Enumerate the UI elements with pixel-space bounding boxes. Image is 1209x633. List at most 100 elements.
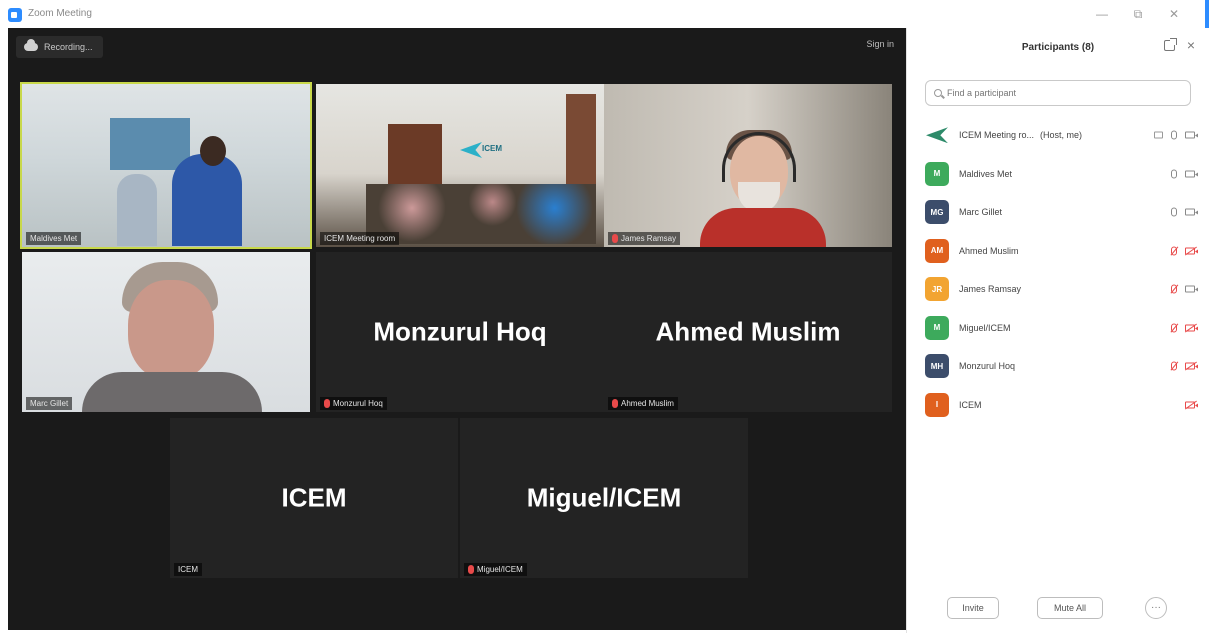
icem-logo-icon <box>925 123 949 147</box>
participant-body <box>700 208 826 247</box>
participant-row[interactable]: ICEM Meeting ro... (Host, me) <box>925 116 1198 155</box>
tile-name-label: Miguel/ICEM <box>477 565 523 574</box>
tile-name-tag: Maldives Met <box>26 232 82 245</box>
more-options-icon[interactable]: ··· <box>1145 597 1167 619</box>
participant-search-input[interactable] <box>947 88 1177 98</box>
video-tile-monzurul-hoq[interactable]: Monzurul Hoq Monzurul Hoq <box>316 252 604 412</box>
participant-name: ICEM <box>959 399 982 410</box>
video-tile-marc-gillet[interactable]: Marc Gillet <box>22 252 310 412</box>
video-icon[interactable] <box>1185 208 1198 216</box>
tile-name-label: ICEM <box>178 565 198 574</box>
video-icon[interactable] <box>1185 131 1198 139</box>
video-off-icon[interactable] <box>1185 362 1198 370</box>
muted-mic-icon <box>612 399 618 408</box>
search-icon <box>934 89 942 97</box>
participant-name: Monzurul Hoq <box>959 361 1016 372</box>
video-tile-ahmed-muslim[interactable]: Ahmed Muslim Ahmed Muslim <box>604 252 892 412</box>
tile-display-name: ICEM <box>281 482 347 513</box>
muted-mic-icon[interactable] <box>1171 361 1177 371</box>
participant-search[interactable] <box>925 80 1191 106</box>
recording-label: Recording... <box>44 42 93 52</box>
tile-name-label: Maldives Met <box>30 234 78 243</box>
participant-row[interactable]: I ICEM <box>925 386 1198 425</box>
video-tile-miguel-icem[interactable]: Miguel/ICEM Miguel/ICEM <box>460 418 748 578</box>
participant-row[interactable]: M Miguel/ICEM <box>925 309 1198 348</box>
video-off-icon[interactable] <box>1185 401 1198 409</box>
participant-status-icons <box>1171 284 1198 294</box>
restore-button[interactable]: ⧉ <box>1127 5 1149 23</box>
participant-head <box>200 136 226 166</box>
participant-list: ICEM Meeting ro... (Host, me) M Maldives Me… <box>925 116 1198 425</box>
participant-avatar: M <box>925 315 949 340</box>
invite-button[interactable]: Invite <box>947 597 999 619</box>
tile-name-tag: ICEM Meeting room <box>320 232 400 245</box>
icem-logo-icon <box>460 142 482 158</box>
participant-status-icons <box>1171 246 1198 256</box>
participant-name: Miguel/ICEM <box>959 322 1011 333</box>
video-tile-icem[interactable]: ICEM ICEM <box>170 418 458 578</box>
participant-row[interactable]: M Maldives Met <box>925 155 1198 194</box>
zoom-window: Zoom Meeting — ⧉ ✕ Recording... Sign in … <box>0 0 1209 633</box>
video-icon[interactable] <box>1185 170 1198 178</box>
participant-status-icons <box>1171 323 1198 333</box>
participant-row[interactable]: MG Marc Gillet <box>925 193 1198 232</box>
close-icon[interactable]: × <box>1187 37 1195 53</box>
participant-row[interactable]: AM Ahmed Muslim <box>925 232 1198 271</box>
participant-status-icons <box>1171 169 1198 179</box>
mic-icon[interactable] <box>1171 130 1177 140</box>
video-off-icon[interactable] <box>1185 324 1198 332</box>
close-window-button[interactable]: ✕ <box>1163 5 1185 23</box>
video-icon[interactable] <box>1185 285 1198 293</box>
participant-figure <box>172 154 242 246</box>
video-tile-maldives-met[interactable]: Maldives Met <box>20 82 312 249</box>
tile-name-label: James Ramsay <box>621 234 677 243</box>
mic-icon[interactable] <box>1171 169 1177 179</box>
participant-figure <box>117 174 157 246</box>
window-title: Zoom Meeting <box>28 8 92 19</box>
cloud-icon <box>24 39 38 51</box>
muted-mic-icon[interactable] <box>1171 246 1177 256</box>
meeting-video-area: Recording... Sign in Maldives Met ICEM I… <box>8 28 906 630</box>
tile-display-name: Ahmed Muslim <box>655 316 841 347</box>
video-tile-james-ramsay[interactable]: James Ramsay <box>604 84 892 247</box>
title-bar: Zoom Meeting — ⧉ ✕ <box>0 0 1209 40</box>
video-tile-icem-meeting-room[interactable]: ICEM ICEM Meeting room <box>316 84 604 247</box>
tile-name-tag: Miguel/ICEM <box>464 563 527 576</box>
recording-indicator[interactable]: Recording... <box>16 36 103 58</box>
participant-status-icons <box>1185 401 1198 409</box>
muted-mic-icon[interactable] <box>1171 323 1177 333</box>
tile-name-tag: ICEM <box>174 563 202 576</box>
participant-avatar: AM <box>925 238 949 263</box>
participant-avatar: JR <box>925 277 949 302</box>
participant-name: Marc Gillet <box>959 207 1003 218</box>
participant-avatar: MG <box>925 200 949 225</box>
tile-name-label: Ahmed Muslim <box>621 399 674 408</box>
video-off-icon[interactable] <box>1185 247 1198 255</box>
zoom-app-icon <box>8 8 22 22</box>
participant-status-icons <box>1171 361 1198 371</box>
tile-name-tag: Monzurul Hoq <box>320 397 387 410</box>
mute-all-button[interactable]: Mute All <box>1037 597 1103 619</box>
participant-avatar: MH <box>925 354 949 379</box>
wall-logo-text: ICEM <box>482 144 502 153</box>
muted-mic-icon[interactable] <box>1171 284 1177 294</box>
participant-avatar: M <box>925 161 949 186</box>
tile-name-label: Marc Gillet <box>30 399 69 408</box>
tile-name-label: Monzurul Hoq <box>333 399 383 408</box>
participant-status-icons <box>1154 130 1198 140</box>
participant-row[interactable]: JR James Ramsay <box>925 270 1198 309</box>
participant-name: Maldives Met <box>959 168 1013 179</box>
tile-name-label: ICEM Meeting room <box>324 234 396 243</box>
participant-face <box>128 280 214 380</box>
participant-body <box>82 372 262 412</box>
participant-row[interactable]: MH Monzurul Hoq <box>925 347 1198 386</box>
tile-name-tag: James Ramsay <box>608 232 681 245</box>
popout-icon[interactable] <box>1164 38 1177 51</box>
minimize-button[interactable]: — <box>1091 5 1113 23</box>
participants-panel: Participants (8) × ICEM Meeting ro...(Ho… <box>906 28 1209 633</box>
tile-display-name: Miguel/ICEM <box>526 482 682 513</box>
sign-in-link[interactable]: Sign in <box>866 39 894 49</box>
mic-icon[interactable] <box>1171 207 1177 217</box>
participant-name: James Ramsay <box>959 284 1022 295</box>
participant-status-icons <box>1171 207 1198 217</box>
